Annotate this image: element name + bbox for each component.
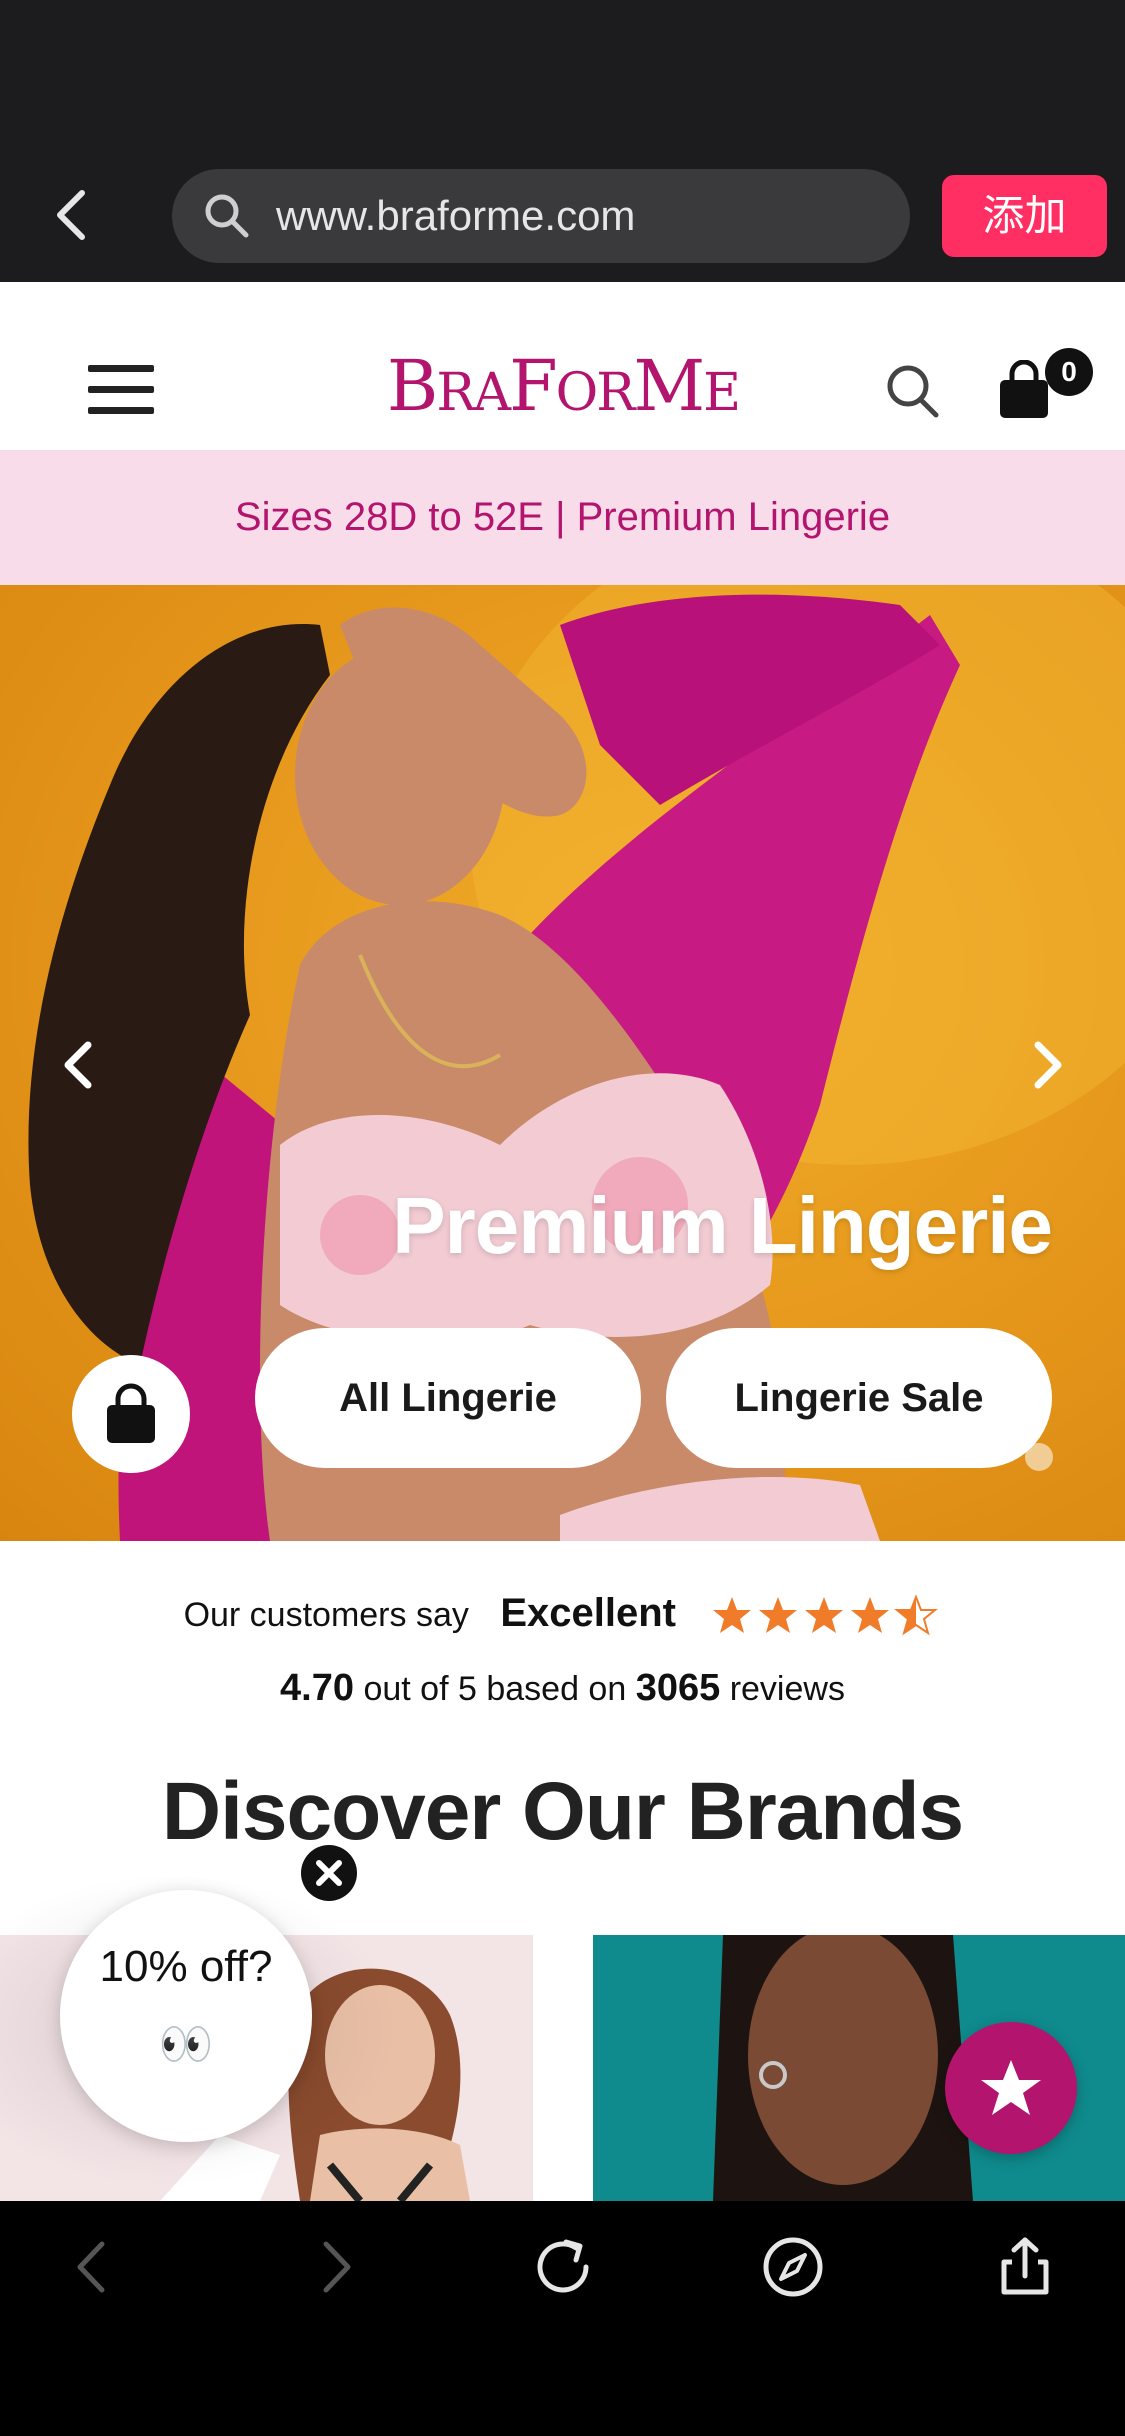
- reviews-widget-button[interactable]: [945, 2022, 1077, 2154]
- bag-icon: [107, 1383, 155, 1443]
- hero-title: Premium Lingerie: [392, 1181, 1053, 1270]
- svg-text:BRAFORME: BRAFORME: [386, 345, 738, 427]
- slider-next-icon[interactable]: [1028, 1035, 1068, 1095]
- reviews-summary[interactable]: Our customers say Excellent: [0, 1583, 1125, 1643]
- close-icon: [316, 1860, 342, 1886]
- slider-prev-icon[interactable]: [58, 1035, 98, 1095]
- share-icon[interactable]: [990, 2232, 1060, 2302]
- lingerie-sale-button[interactable]: Lingerie Sale: [666, 1328, 1052, 1468]
- reviews-prefix: Our customers say: [183, 1596, 469, 1634]
- discount-popup[interactable]: 10% off? 👀: [60, 1890, 312, 2142]
- reload-icon[interactable]: [528, 2232, 598, 2302]
- back-arrow-icon[interactable]: [48, 185, 98, 245]
- slider-dot[interactable]: [1025, 1443, 1053, 1471]
- review-count: 3065: [635, 1667, 721, 1709]
- shop-bag-button[interactable]: [72, 1355, 190, 1473]
- browser-forward-icon[interactable]: [298, 2232, 368, 2302]
- compass-icon[interactable]: [758, 2232, 828, 2302]
- browser-back-icon[interactable]: [60, 2232, 130, 2302]
- cart-bag-icon[interactable]: [996, 360, 1052, 420]
- all-lingerie-button[interactable]: All Lingerie: [255, 1328, 641, 1468]
- url-text: www.braforme.com: [276, 192, 636, 239]
- logo-wordmark: BRAFORME: [386, 345, 740, 427]
- hero-slider[interactable]: Premium Lingerie All Lingerie Lingerie S…: [0, 585, 1125, 1541]
- rating-word: Excellent: [500, 1591, 676, 1635]
- reviews-score-line: 4.70 out of 5 based on 3065 reviews: [0, 1660, 1125, 1716]
- review-score-suffix: out of 5 based on: [363, 1670, 627, 1708]
- announcement-bar: Sizes 28D to 52E | Premium Lingerie: [0, 450, 1125, 585]
- review-count-suffix: reviews: [729, 1670, 845, 1708]
- eyes-emoji: 👀: [158, 2020, 214, 2069]
- announcement-text: Sizes 28D to 52E | Premium Lingerie: [234, 495, 891, 539]
- brands-heading: Discover Our Brands: [161, 1766, 964, 1857]
- cart-count-badge: 0: [1045, 348, 1093, 396]
- site-logo[interactable]: BRAFORME: [0, 340, 1125, 447]
- discount-popup-text: 10% off?: [99, 1942, 273, 1991]
- add-button[interactable]: 添加: [942, 175, 1107, 257]
- browser-toolbar: www.braforme.com 添加: [0, 0, 1125, 282]
- star-icon: [981, 2060, 1041, 2115]
- rating-stars-icon: [713, 1594, 939, 1636]
- review-score: 4.70: [280, 1667, 355, 1709]
- search-icon: [205, 194, 249, 238]
- search-icon[interactable]: [884, 360, 940, 420]
- url-bar[interactable]: www.braforme.com: [172, 169, 910, 263]
- popup-close-button[interactable]: [301, 1845, 357, 1901]
